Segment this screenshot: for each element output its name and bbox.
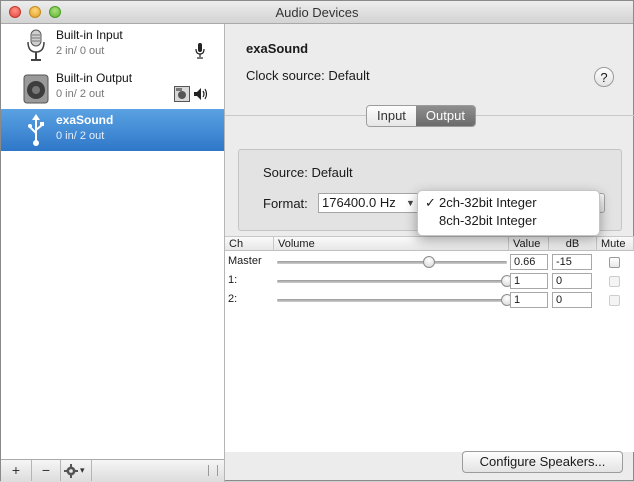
db-field[interactable]: 0 [552,273,592,289]
title-bar: Audio Devices [1,1,633,24]
system-output-icon [174,86,190,102]
bit-format-menu: ✓ 2ch-32bit Integer 8ch-32bit Integer [417,190,600,236]
gear-menu-arrow: ▾ [80,465,85,475]
mute-checkbox[interactable] [609,257,620,268]
volume-table: Ch Volume Value dB Mute Master 0.66 -15 … [225,236,634,452]
column-header-ch[interactable]: Ch [225,237,274,251]
speaker-icon [23,74,49,104]
menu-item-8ch-32bit[interactable]: 8ch-32bit Integer [418,212,599,230]
volume-slider-track[interactable] [277,261,507,264]
default-output-speaker-icon [194,88,208,100]
device-item-built-in-input[interactable]: Built-in Input 2 in/ 0 out [1,24,224,66]
mute-checkbox[interactable] [609,276,620,287]
resize-grip-icon[interactable] [208,465,218,476]
default-input-mic-icon [195,43,205,59]
gear-menu-button[interactable]: ▾ [61,460,92,481]
input-output-tabs: Input Output [366,105,476,127]
menu-item-label: 2ch-32bit Integer [439,195,537,210]
column-header-value[interactable]: Value [509,237,549,251]
device-name: exaSound [56,113,114,127]
channel-label: Master [228,255,262,267]
clock-source-value: Default [328,68,370,83]
sample-rate-arrow-icon: ▼ [406,198,415,208]
device-channels: 0 in/ 2 out [56,88,105,100]
microphone-icon [27,29,45,61]
window-title: Audio Devices [275,5,359,20]
device-item-exasound[interactable]: exaSound 0 in/ 2 out [1,109,224,151]
device-item-built-in-output[interactable]: Built-in Output 0 in/ 2 out [1,67,224,109]
audio-devices-window: Audio Devices Built-in Input 2 in/ 0 out [0,0,634,482]
source-label: Source: [263,165,308,180]
column-header-mute[interactable]: Mute [597,237,634,251]
menu-item-2ch-32bit[interactable]: ✓ 2ch-32bit Integer [418,194,599,212]
gear-icon [64,464,78,478]
channel-label: 1: [228,274,238,286]
channel-label: 2: [228,293,238,305]
value-field[interactable]: 0.66 [510,254,548,270]
clock-source: Clock source: Default [246,68,370,83]
device-channels: 2 in/ 0 out [56,45,105,57]
tab-input[interactable]: Input [367,106,416,126]
menu-item-label: 8ch-32bit Integer [439,213,537,228]
selected-device-name: exaSound [246,41,309,56]
checkmark-icon: ✓ [425,195,436,210]
device-channels: 0 in/ 2 out [56,130,105,142]
value-field[interactable]: 1 [510,292,548,308]
help-button[interactable]: ? [594,67,614,87]
column-header-volume[interactable]: Volume [274,237,509,251]
db-field[interactable]: -15 [552,254,592,270]
device-list: Built-in Input 2 in/ 0 out Built-in Outp… [1,24,225,459]
source-row: Source: Default [263,165,353,180]
db-field[interactable]: 0 [552,292,592,308]
sample-rate-select[interactable]: 176400.0 Hz [318,193,418,213]
configure-speakers-button[interactable]: Configure Speakers... [462,451,623,473]
sidebar-toolbar: + − ▾ [1,459,225,482]
format-label: Format: [263,196,308,211]
remove-device-button[interactable]: − [32,460,61,481]
device-name: Built-in Output [56,71,133,85]
volume-slider-track[interactable] [277,280,507,283]
mute-checkbox[interactable] [609,295,620,306]
tab-output[interactable]: Output [415,106,475,126]
source-value: Default [311,165,353,180]
volume-slider-track[interactable] [277,299,507,302]
value-field[interactable]: 1 [510,273,548,289]
clock-source-label: Clock source: [246,68,325,83]
column-header-db[interactable]: dB [549,237,597,251]
add-device-button[interactable]: + [1,460,32,481]
device-name: Built-in Input [56,28,123,42]
volume-slider-knob[interactable] [422,256,435,268]
usb-icon [28,114,44,146]
